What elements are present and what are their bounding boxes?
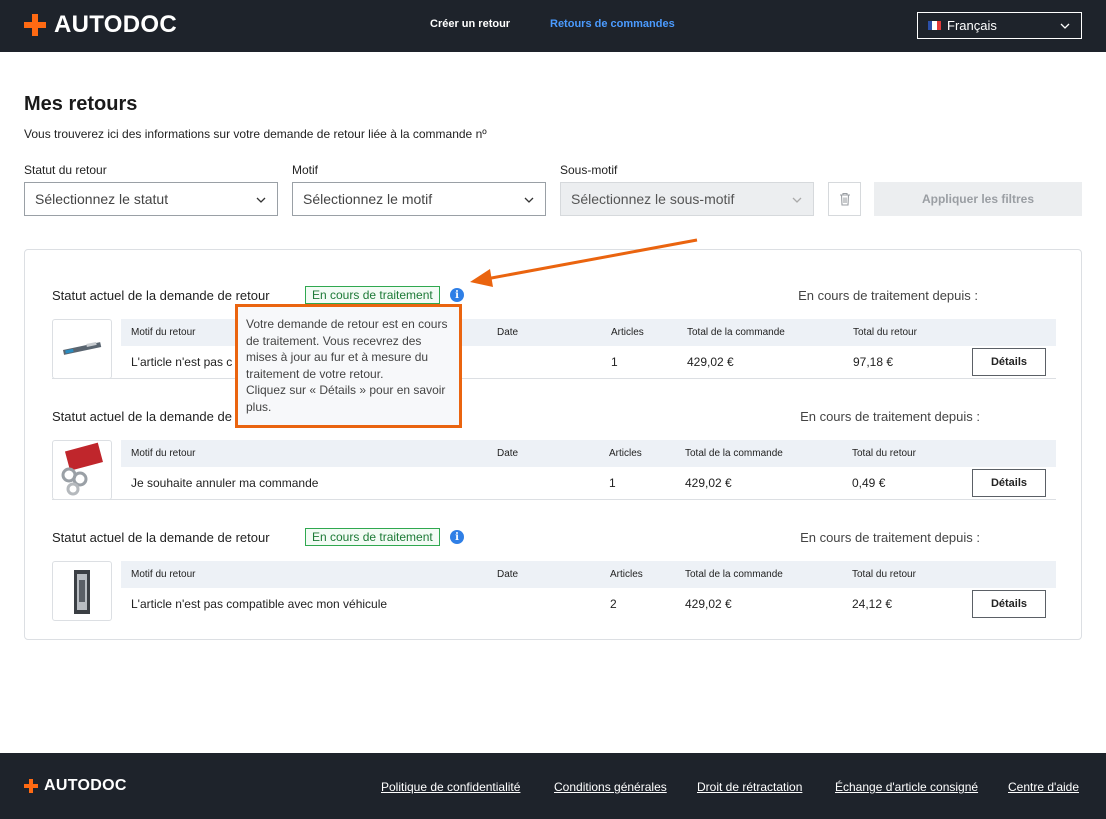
product-thumbnail[interactable]: [52, 440, 112, 500]
table-header: Motif du retour Date Articles Total de l…: [121, 440, 1056, 467]
subreason-filter-placeholder: Sélectionnez le sous-motif: [571, 191, 735, 207]
return-item: Statut actuel de la demande de retour En…: [52, 500, 1056, 621]
chevron-down-icon: [256, 197, 266, 203]
footer-logo[interactable]: AUTODOC: [24, 778, 127, 794]
table-header: Motif du retour Date Articles Total de l…: [121, 561, 1056, 588]
page-subtitle: Vous trouverez ici des informations sur …: [24, 127, 487, 141]
product-image-icon: [74, 570, 90, 614]
footer-link-withdrawal[interactable]: Droit de rétractation: [697, 780, 802, 794]
annotation-arrow-icon: [470, 238, 698, 287]
col-order-total: Total de la commande: [687, 327, 785, 338]
french-flag-icon: [928, 21, 941, 30]
info-icon[interactable]: i: [450, 530, 464, 544]
return-item: Statut actuel de la demande de retour En…: [52, 379, 1056, 500]
product-thumbnail[interactable]: [52, 319, 112, 379]
status-tooltip: Votre demande de retour est en cours de …: [235, 304, 462, 428]
logo-text: AUTODOC: [54, 11, 177, 38]
footer-link-deposit-exchange[interactable]: Échange d'article consigné: [835, 780, 978, 794]
col-articles: Articles: [609, 448, 642, 459]
return-reason: Je souhaite annuler ma commande: [131, 476, 319, 490]
return-reason: L'article n'est pas compatible avec mon …: [131, 597, 388, 611]
status-badge: En cours de traitement: [305, 286, 440, 304]
col-return-total: Total du retour: [853, 327, 917, 338]
footer-link-help-center[interactable]: Centre d'aide: [1008, 780, 1079, 794]
returns-card: Statut actuel de la demande de retour En…: [24, 249, 1082, 640]
language-select[interactable]: Français: [917, 12, 1082, 39]
return-reason: L'article n'est pas c: [131, 355, 233, 369]
page-title: Mes retours: [24, 93, 138, 115]
nav-order-returns[interactable]: Retours de commandes: [550, 18, 675, 30]
status-filter-placeholder: Sélectionnez le statut: [35, 191, 169, 207]
reason-filter-select[interactable]: Sélectionnez le motif: [292, 182, 546, 216]
col-date: Date: [497, 448, 519, 459]
articles-count: 1: [609, 476, 616, 490]
footer: AUTODOC Politique de confidentialité Con…: [0, 753, 1106, 819]
col-reason: Motif du retour: [131, 569, 196, 580]
processing-since: En cours de traitement depuis :: [800, 409, 980, 424]
plus-logo-icon: [24, 14, 46, 36]
status-badge: En cours de traitement: [305, 528, 440, 546]
col-articles: Articles: [611, 327, 644, 338]
order-total: 429,02 €: [685, 597, 732, 611]
trash-icon: [839, 192, 850, 206]
processing-since: En cours de traitement depuis :: [800, 530, 980, 545]
details-button[interactable]: Détails: [972, 348, 1046, 376]
order-total: 429,02 €: [685, 476, 732, 490]
product-image-icon: [61, 442, 103, 496]
language-label: Français: [947, 18, 997, 33]
col-reason: Motif du retour: [131, 327, 196, 338]
details-button[interactable]: Détails: [972, 469, 1046, 497]
plus-logo-icon: [24, 779, 38, 793]
details-button[interactable]: Détails: [972, 590, 1046, 618]
return-total: 0,49 €: [852, 476, 886, 490]
tooltip-hint: Cliquez sur « Détails » pour en savoir p…: [246, 383, 446, 414]
footer-link-privacy[interactable]: Politique de confidentialité: [381, 780, 520, 794]
info-icon[interactable]: i: [450, 288, 464, 302]
tooltip-text: Votre demande de retour est en cours de …: [246, 317, 448, 381]
product-thumbnail[interactable]: [52, 561, 112, 621]
nav-create-return[interactable]: Créer un retour: [430, 18, 510, 30]
col-order-total: Total de la commande: [685, 448, 783, 459]
chevron-down-icon: [524, 197, 534, 203]
col-return-total: Total du retour: [852, 569, 916, 580]
col-articles: Articles: [610, 569, 643, 580]
reason-filter-label: Motif: [292, 163, 319, 177]
col-order-total: Total de la commande: [685, 569, 783, 580]
col-date: Date: [497, 327, 519, 338]
subreason-filter-label: Sous-motif: [560, 163, 618, 177]
status-filter-select[interactable]: Sélectionnez le statut: [24, 182, 278, 216]
reason-filter-placeholder: Sélectionnez le motif: [303, 191, 433, 207]
col-reason: Motif du retour: [131, 448, 196, 459]
return-total: 97,18 €: [853, 355, 894, 369]
return-total: 24,12 €: [852, 597, 893, 611]
order-total: 429,02 €: [687, 355, 734, 369]
status-label: Statut actuel de la demande de retour: [52, 288, 270, 303]
footer-logo-text: AUTODOC: [44, 777, 127, 794]
articles-count: 1: [611, 355, 618, 369]
apply-filters-button[interactable]: Appliquer les filtres: [874, 182, 1082, 216]
col-return-total: Total du retour: [852, 448, 916, 459]
status-label: Statut actuel de la demande de retour: [52, 530, 270, 545]
clear-filters-button[interactable]: [828, 182, 861, 216]
product-image-icon: [62, 341, 102, 355]
col-date: Date: [497, 569, 519, 580]
footer-link-terms[interactable]: Conditions générales: [554, 780, 667, 794]
articles-count: 2: [610, 597, 617, 611]
autodoc-logo[interactable]: AUTODOC: [24, 13, 177, 37]
subreason-filter-select[interactable]: Sélectionnez le sous-motif: [560, 182, 814, 216]
status-filter-label: Statut du retour: [24, 163, 107, 177]
chevron-down-icon: [1060, 23, 1070, 29]
top-header: AUTODOC Créer un retour Retours de comma…: [0, 0, 1106, 52]
processing-since: En cours de traitement depuis :: [798, 288, 978, 303]
chevron-down-icon: [792, 197, 802, 203]
